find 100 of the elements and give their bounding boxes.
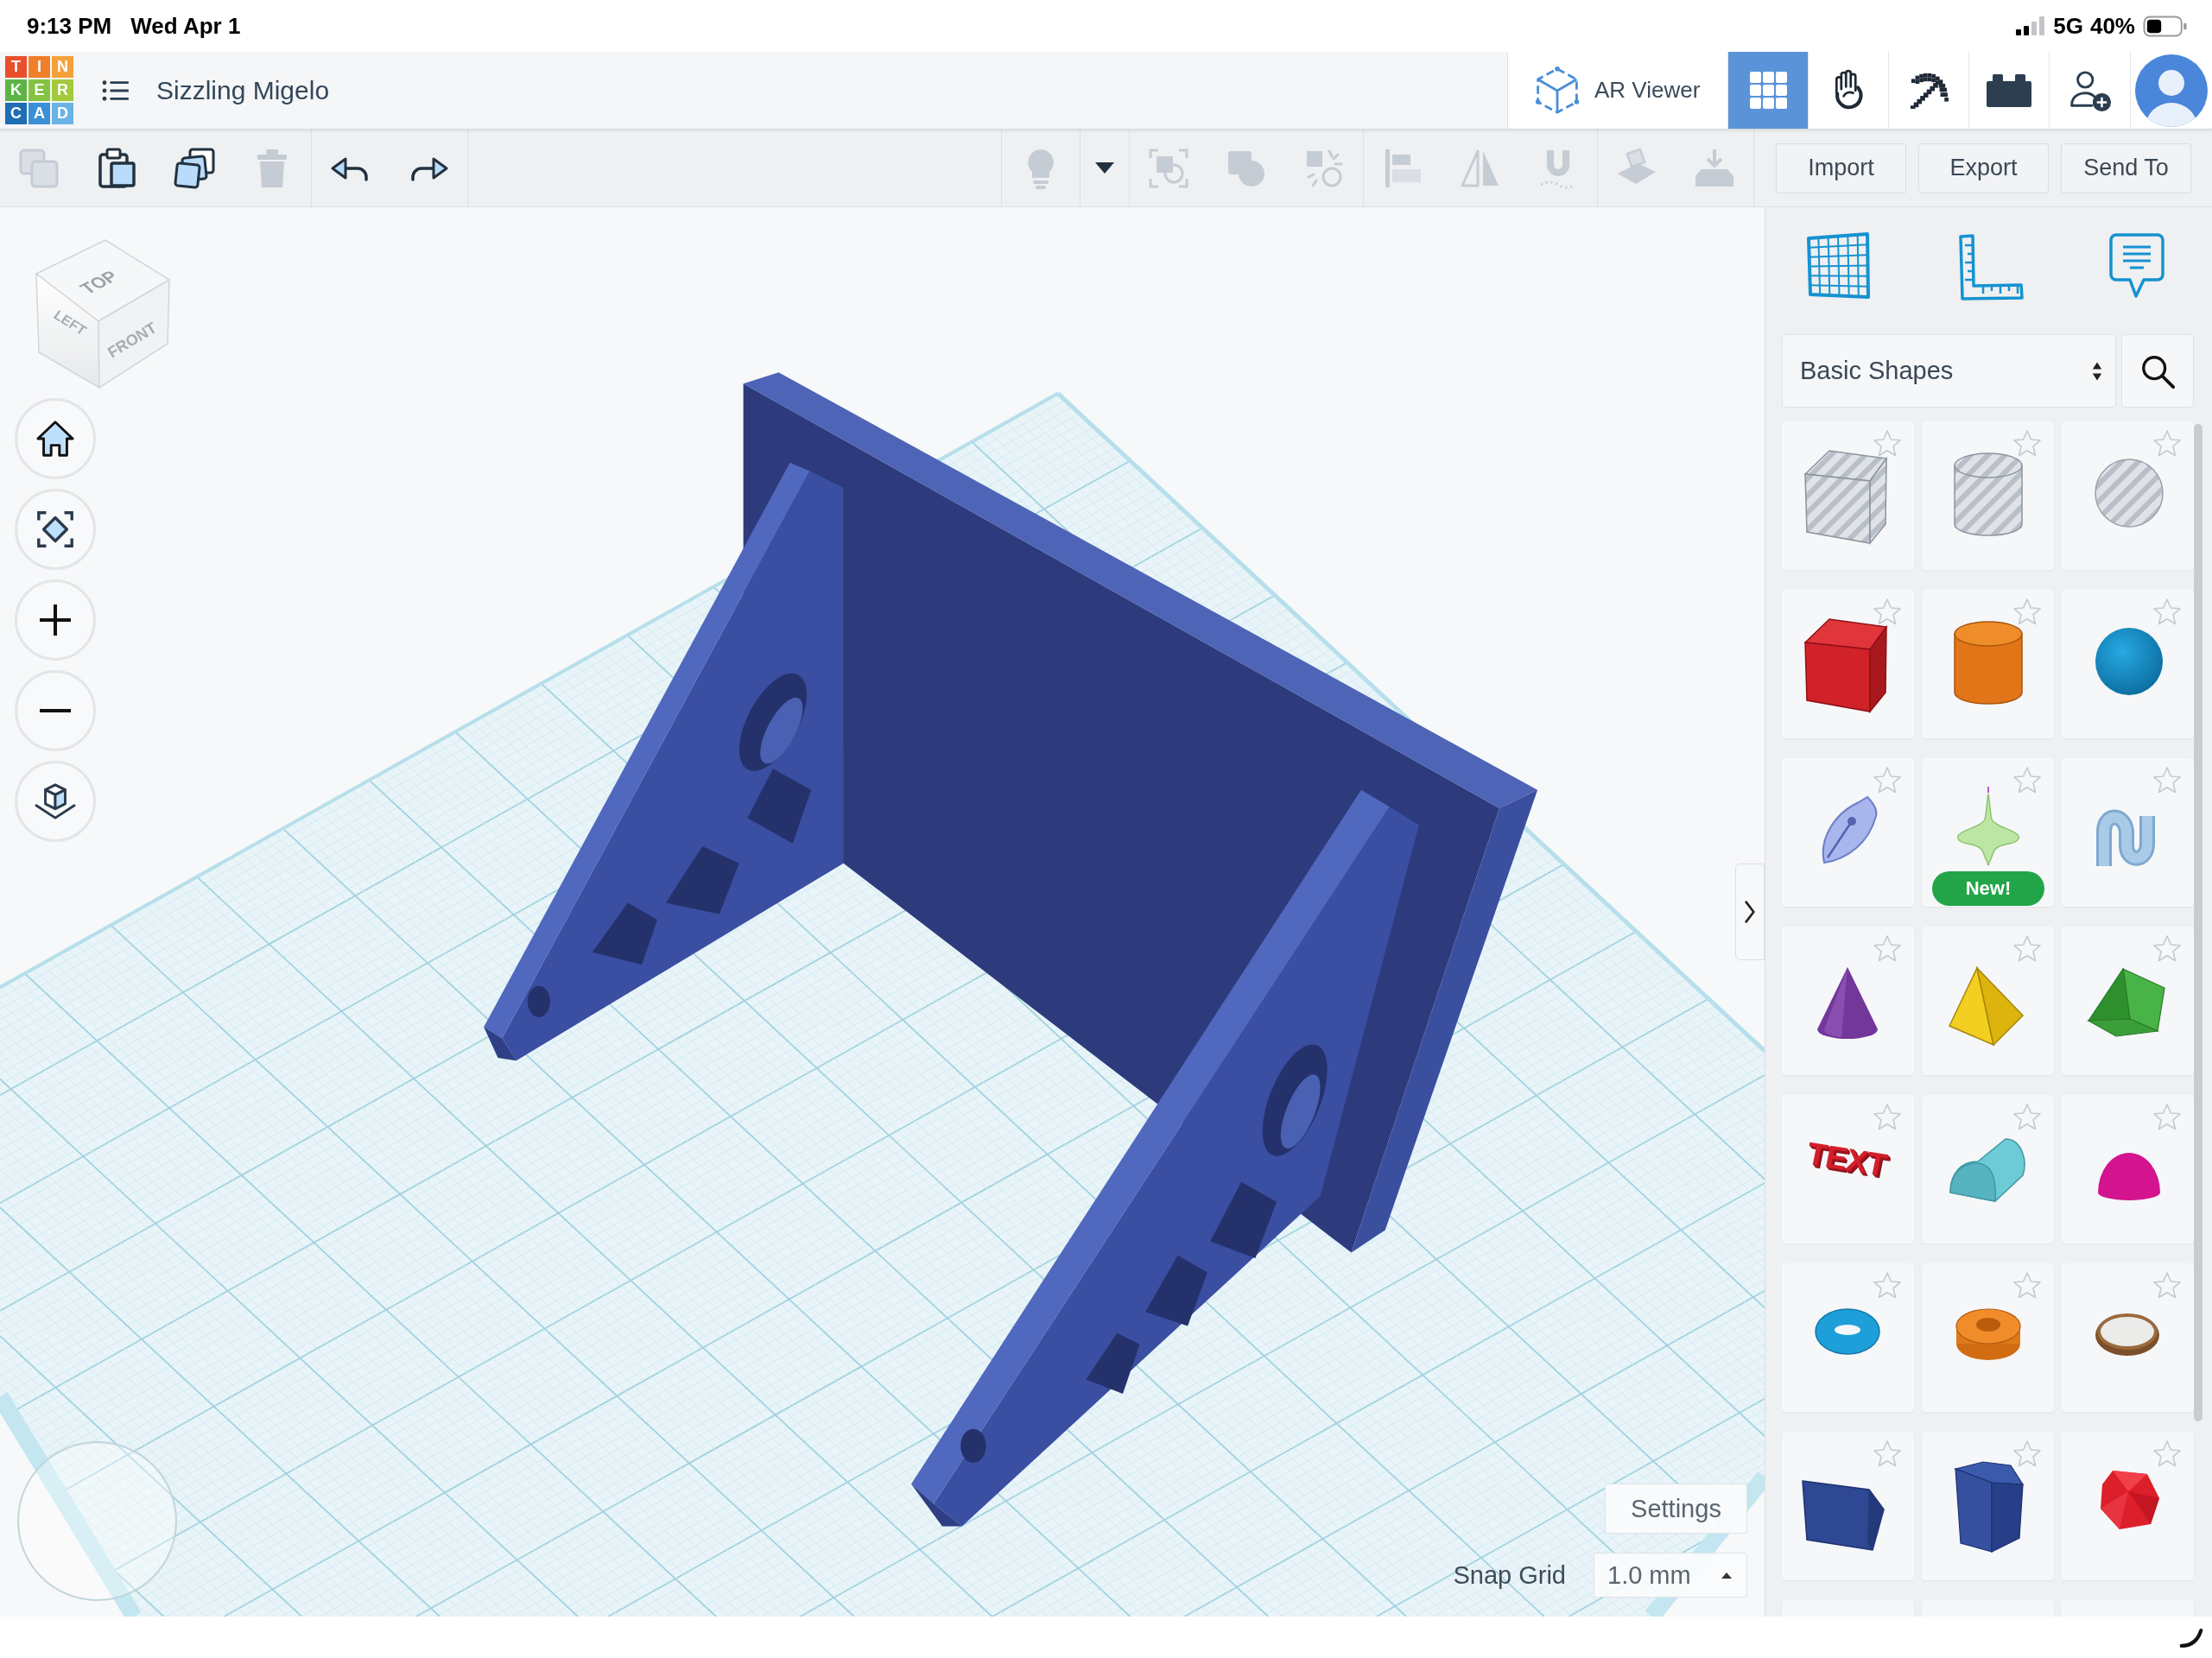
- star-icon[interactable]: [2152, 934, 2182, 963]
- pickaxe-icon: [1909, 72, 1949, 109]
- shape-tile[interactable]: [1922, 927, 2054, 1075]
- chevron-right-icon: [1744, 899, 1756, 925]
- search-button[interactable]: [2121, 334, 2194, 408]
- ar-cube-icon: [1533, 65, 1581, 116]
- shape-tile[interactable]: [1782, 421, 1914, 570]
- logo-tile: T: [5, 56, 27, 78]
- shape-tile[interactable]: [1782, 927, 1914, 1075]
- send-to-button[interactable]: Send To: [2061, 142, 2191, 193]
- orbit-control[interactable]: [17, 1441, 177, 1601]
- hexagon-prism-icon: [1954, 1460, 2025, 1554]
- shape-tile[interactable]: New!: [1922, 758, 2054, 907]
- hemisphere-icon: [2096, 1151, 2162, 1202]
- shape-tile[interactable]: [1782, 758, 1914, 907]
- star-icon[interactable]: [1873, 598, 1902, 626]
- star-icon[interactable]: [2012, 1103, 2042, 1131]
- design-title[interactable]: Sizzling Migelo: [156, 75, 330, 105]
- roof-icon: [2087, 967, 2166, 1038]
- cube-arrow-icon: [34, 782, 77, 820]
- logo-tile: R: [52, 79, 73, 101]
- 3d-text-label: TEXT: [1807, 1135, 1886, 1185]
- shape-tile[interactable]: [1922, 1095, 2054, 1244]
- logo-tile: A: [29, 103, 50, 124]
- logo-tile: E: [29, 79, 50, 101]
- network-label: 5G: [2053, 12, 2083, 40]
- person-add-icon: [2068, 68, 2112, 112]
- notes-icon[interactable]: [2109, 231, 2164, 301]
- star-icon[interactable]: [2152, 766, 2182, 794]
- shape-tile[interactable]: [1782, 1432, 1914, 1580]
- shape-tile[interactable]: [1922, 590, 2054, 738]
- star-icon[interactable]: [2012, 766, 2042, 794]
- striped-sphere-icon: [2095, 459, 2164, 528]
- star-icon[interactable]: [2012, 934, 2042, 963]
- tube-icon: [1955, 1307, 2022, 1362]
- shape-tile[interactable]: [1782, 1263, 1914, 1412]
- brick-icon: [1987, 73, 2031, 107]
- snap-grid-dropdown[interactable]: 1.0 mm: [1594, 1553, 1747, 1598]
- battery-percent: 40%: [2089, 12, 2135, 40]
- import-button[interactable]: Import: [1776, 142, 1906, 193]
- minus-icon: [38, 708, 73, 713]
- star-icon[interactable]: [2012, 1271, 2042, 1300]
- shape-tile[interactable]: [1922, 1432, 2054, 1580]
- shape-tile[interactable]: [2062, 758, 2194, 907]
- grid-icon: [1749, 72, 1787, 109]
- workplane-grid-icon[interactable]: [1805, 231, 1871, 301]
- striped-cylinder-icon: [1953, 452, 2024, 537]
- star-icon[interactable]: [2012, 598, 2042, 626]
- shape-tile[interactable]: TEXT: [1782, 1095, 1914, 1244]
- cylinder-icon: [1953, 621, 2024, 706]
- logo-tile: I: [29, 56, 50, 78]
- sphere-icon: [2095, 627, 2164, 696]
- pyramid-icon: [1948, 966, 2025, 1047]
- star-icon[interactable]: [2152, 429, 2182, 458]
- half-cylinder-icon: [1949, 1137, 2028, 1203]
- shape-tile[interactable]: [2062, 1432, 2194, 1580]
- settings-button[interactable]: Settings: [1605, 1484, 1747, 1534]
- star-icon[interactable]: [2152, 598, 2182, 626]
- caret-up-icon: [1721, 1571, 1733, 1579]
- battery-icon: [2143, 15, 2188, 37]
- shape-tile[interactable]: [2062, 1095, 2194, 1244]
- logo-tile: K: [5, 79, 27, 101]
- star-icon[interactable]: [1873, 1271, 1902, 1300]
- shape-tile[interactable]: [1782, 590, 1914, 738]
- shape-tile[interactable]: [1922, 1263, 2054, 1412]
- star-icon[interactable]: [1873, 429, 1902, 458]
- star-icon[interactable]: [2152, 1103, 2182, 1131]
- star-icon[interactable]: [2012, 1440, 2042, 1468]
- bracket-model-drawing[interactable]: [484, 372, 1538, 1527]
- pentagon-prism-icon: [1801, 1479, 1886, 1552]
- star-icon[interactable]: [1873, 1103, 1902, 1131]
- status-time: 9:13 PM: [27, 12, 112, 40]
- panel-toggle-button[interactable]: [1735, 864, 1765, 960]
- new-badge: New!: [1932, 871, 2044, 906]
- star-icon[interactable]: [1873, 934, 1902, 963]
- shape-tile[interactable]: [2062, 421, 2194, 570]
- star-icon[interactable]: [2012, 429, 2042, 458]
- scrollbar-thumb[interactable]: [2194, 424, 2202, 1421]
- star-icon[interactable]: [1873, 766, 1902, 794]
- torus-icon: [1814, 1307, 1881, 1356]
- striped-cube-icon: [1803, 450, 1888, 545]
- status-date: Wed Apr 1: [130, 12, 241, 40]
- signal-icon: [2016, 16, 2047, 35]
- logo-tile: D: [52, 103, 73, 124]
- shape-tile[interactable]: [2062, 590, 2194, 738]
- shape-tile[interactable]: [1922, 421, 2054, 570]
- plus-icon: [38, 603, 73, 637]
- export-button[interactable]: Export: [1918, 142, 2049, 193]
- logo-tile: C: [5, 103, 27, 124]
- shape-tile[interactable]: [2062, 1263, 2194, 1412]
- category-dropdown[interactable]: Basic Shapes: [1782, 334, 2116, 408]
- star-icon[interactable]: [2152, 1271, 2182, 1300]
- shape-tile[interactable]: [2062, 927, 2194, 1075]
- fit-view-icon: [35, 509, 76, 550]
- home-icon: [35, 418, 76, 459]
- list-menu-icon: [102, 79, 130, 102]
- snap-grid-label: Snap Grid: [1453, 1560, 1566, 1590]
- star-icon[interactable]: [1873, 1440, 1902, 1468]
- star-icon[interactable]: [2152, 1440, 2182, 1468]
- cube-icon: [1803, 618, 1888, 713]
